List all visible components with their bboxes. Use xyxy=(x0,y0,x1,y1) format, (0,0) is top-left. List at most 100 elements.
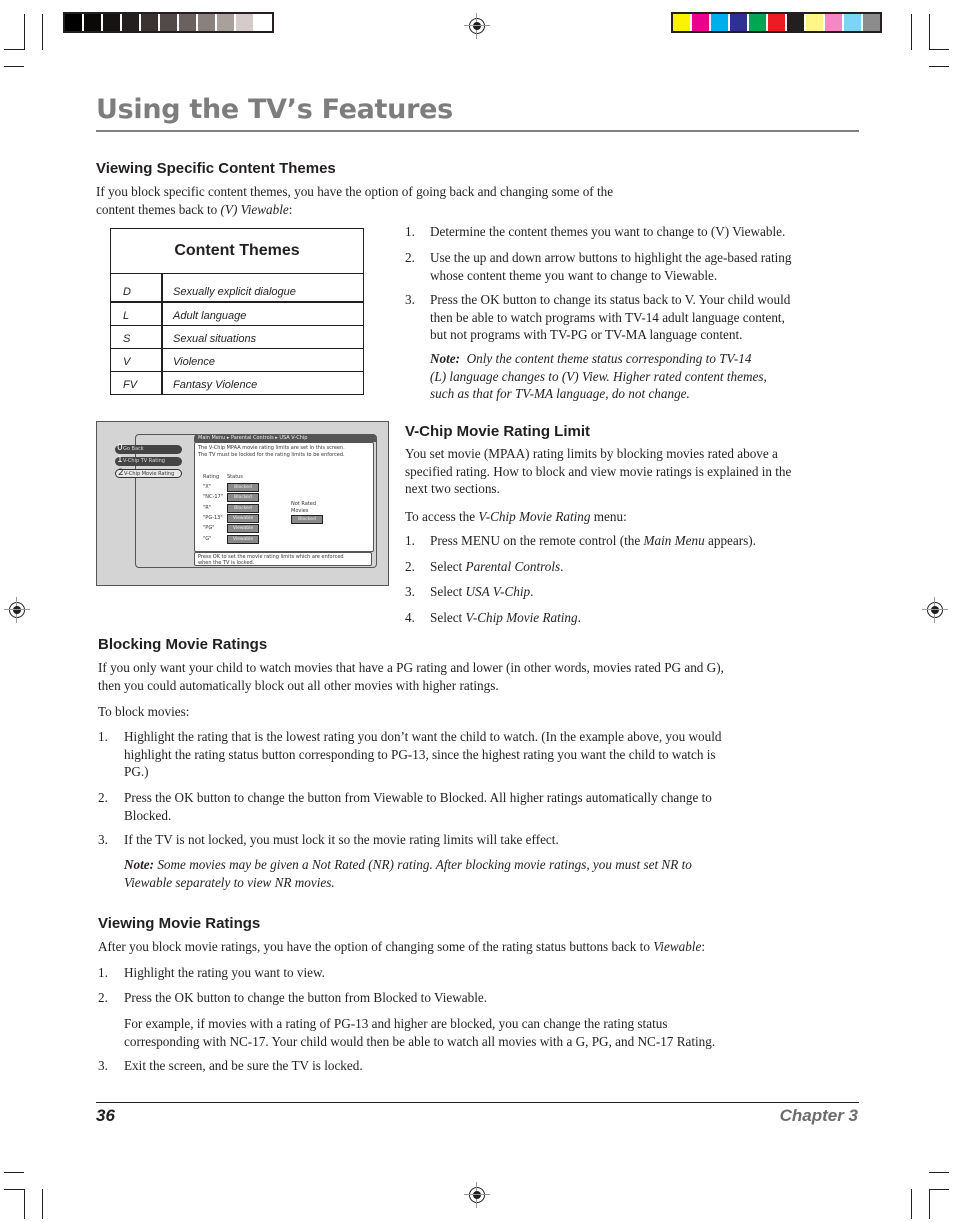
intro-italic: Viewable xyxy=(653,939,702,954)
step-line: If the TV is not locked, you must lock i… xyxy=(124,832,559,847)
step-italic: Main Menu xyxy=(643,533,705,548)
content-theme-row: S Sexual situations xyxy=(111,325,363,348)
theme-description: Sexual situations xyxy=(173,333,257,345)
intro-punct: : xyxy=(288,201,293,217)
section3-para: If you only want your child to watch mov… xyxy=(98,659,724,694)
access-italic: V-Chip Movie Rating xyxy=(478,509,591,524)
crop-mark xyxy=(4,49,24,50)
note-line: (L) language changes to (V) View. Higher… xyxy=(430,368,767,384)
crop-mark xyxy=(911,1189,912,1219)
registration-mark-icon xyxy=(464,13,490,39)
theme-code: V xyxy=(111,349,163,371)
para-line: If you only want your child to watch mov… xyxy=(98,660,724,675)
note-line: Viewable separately to view NR movies. xyxy=(124,874,335,890)
step-line: Press the OK button to change the button… xyxy=(124,790,712,805)
step-number: 1. xyxy=(405,224,415,239)
section-intro: If you block specific content themes, yo… xyxy=(96,183,613,218)
step-text: If the TV is not locked, you must lock i… xyxy=(124,831,559,849)
tv-rating-status-button[interactable]: Blocked xyxy=(227,493,259,503)
grayscale-swatch xyxy=(103,14,120,31)
crop-mark xyxy=(24,14,25,50)
intro-text: content themes back to xyxy=(96,201,221,217)
tv-rating-status-button[interactable]: Blocked xyxy=(227,483,259,492)
note-line: Only the content theme status correspond… xyxy=(466,351,752,366)
theme-description: Adult language xyxy=(173,310,247,322)
color-swatch xyxy=(806,14,823,31)
tv-menu-item[interactable]: 1 V-Chip TV Rating xyxy=(115,455,182,466)
note-line: Some movies may be given a Not Rated (NR… xyxy=(157,857,692,872)
grayscale-swatch xyxy=(160,14,177,31)
crop-mark xyxy=(929,1172,949,1173)
color-swatch xyxy=(825,14,842,31)
tv-nr-line: Movies xyxy=(291,508,309,514)
tv-rating-status-button[interactable]: Viewable xyxy=(227,513,259,523)
para-line: You set movie (MPAA) rating limits by bl… xyxy=(405,446,778,461)
theme-description: Fantasy Violence xyxy=(173,379,258,391)
tv-menu-label: V-Chip Movie Rating xyxy=(124,471,175,477)
step-text: Determine the content themes you want to… xyxy=(430,223,785,241)
content-theme-row: D Sexually explicit dialogue xyxy=(111,274,363,302)
step-text: Press the OK button to change the button… xyxy=(124,789,712,824)
tv-rating-label: "G" xyxy=(203,535,212,542)
grayscale-swatch xyxy=(179,14,196,31)
section2-para: You set movie (MPAA) rating limits by bl… xyxy=(405,445,791,498)
section3-lead: To block movies: xyxy=(98,704,190,719)
step-line: Highlight the rating that is the lowest … xyxy=(124,729,722,744)
section1-note: Note: Only the content theme status corr… xyxy=(430,350,767,403)
color-calibration-bar xyxy=(671,12,882,33)
color-swatch xyxy=(844,14,861,31)
step-number: 2. xyxy=(98,790,108,805)
step-text: Select V-Chip Movie Rating. xyxy=(430,609,581,625)
step-line: but not programs with TV-PG or TV-MA lan… xyxy=(430,327,743,342)
step-text: Highlight the rating that is the lowest … xyxy=(124,728,721,781)
footer-rule xyxy=(96,1102,859,1103)
step-number: 3. xyxy=(98,1058,108,1073)
para-line: then you could automatically block out a… xyxy=(98,677,499,693)
tv-footer-hint: Press OK to set the movie rating limits … xyxy=(194,552,372,566)
theme-description: Sexually explicit dialogue xyxy=(173,286,296,298)
grayscale-swatch xyxy=(65,14,82,31)
theme-code: L xyxy=(111,303,163,325)
tv-rating-status-button[interactable]: Viewable xyxy=(227,524,259,534)
grayscale-swatch xyxy=(198,14,215,31)
step-line: Blocked. xyxy=(124,807,172,823)
tv-menu-item[interactable]: 2 V-Chip Movie Rating xyxy=(115,469,182,478)
para-line: specified rating. How to block and view … xyxy=(405,463,792,479)
tv-nr-line: Not Rated xyxy=(291,501,316,507)
intro-text: After you block movie ratings, you have … xyxy=(98,939,654,954)
color-swatch xyxy=(768,14,785,31)
step-text: Select Parental Controls. xyxy=(430,558,564,574)
step-number: 2. xyxy=(405,558,415,574)
theme-code: S xyxy=(111,326,163,348)
tv-rating-status-button[interactable]: Blocked xyxy=(227,503,259,513)
step-line: Press the OK button to change its status… xyxy=(430,292,791,307)
grayscale-swatch xyxy=(255,14,272,31)
grayscale-swatch xyxy=(236,14,253,31)
tv-menu-number: 1 xyxy=(117,455,123,465)
grayscale-swatch xyxy=(84,14,101,31)
color-swatch xyxy=(711,14,728,31)
step-number: 3. xyxy=(405,584,415,599)
tv-menu-item[interactable]: 0 Go Back xyxy=(115,444,182,454)
tv-rating-status-button[interactable]: Viewable xyxy=(227,534,259,544)
crop-mark xyxy=(911,14,912,50)
tv-panel: The V-Chip MPAA movie rating limits are … xyxy=(194,442,374,552)
grayscale-calibration-bar xyxy=(63,12,274,33)
intro-punct: : xyxy=(701,939,705,954)
step-italic: USA V-Chip xyxy=(465,584,531,599)
section4-intro: After you block movie ratings, you have … xyxy=(98,938,705,956)
registration-mark-icon xyxy=(922,597,948,623)
tv-rating-label: "R" xyxy=(203,504,212,511)
color-swatch xyxy=(787,14,804,31)
tv-breadcrumb: Main Menu ▸ Parental Controls ▸ USA V-Ch… xyxy=(194,434,376,442)
theme-description: Violence xyxy=(173,356,215,368)
tv-info-text: The V-Chip MPAA movie rating limits are … xyxy=(198,445,345,458)
tv-not-rated-status-button[interactable]: Blocked xyxy=(291,515,323,524)
note-label: Note: xyxy=(430,351,461,366)
crop-mark xyxy=(929,66,949,67)
step-number: 4. xyxy=(405,609,415,625)
step-number: 3. xyxy=(98,832,108,847)
content-theme-row: FV Fantasy Violence xyxy=(111,371,363,394)
section-heading-viewing: Viewing Movie Ratings xyxy=(98,915,261,932)
theme-code: FV xyxy=(111,372,163,394)
